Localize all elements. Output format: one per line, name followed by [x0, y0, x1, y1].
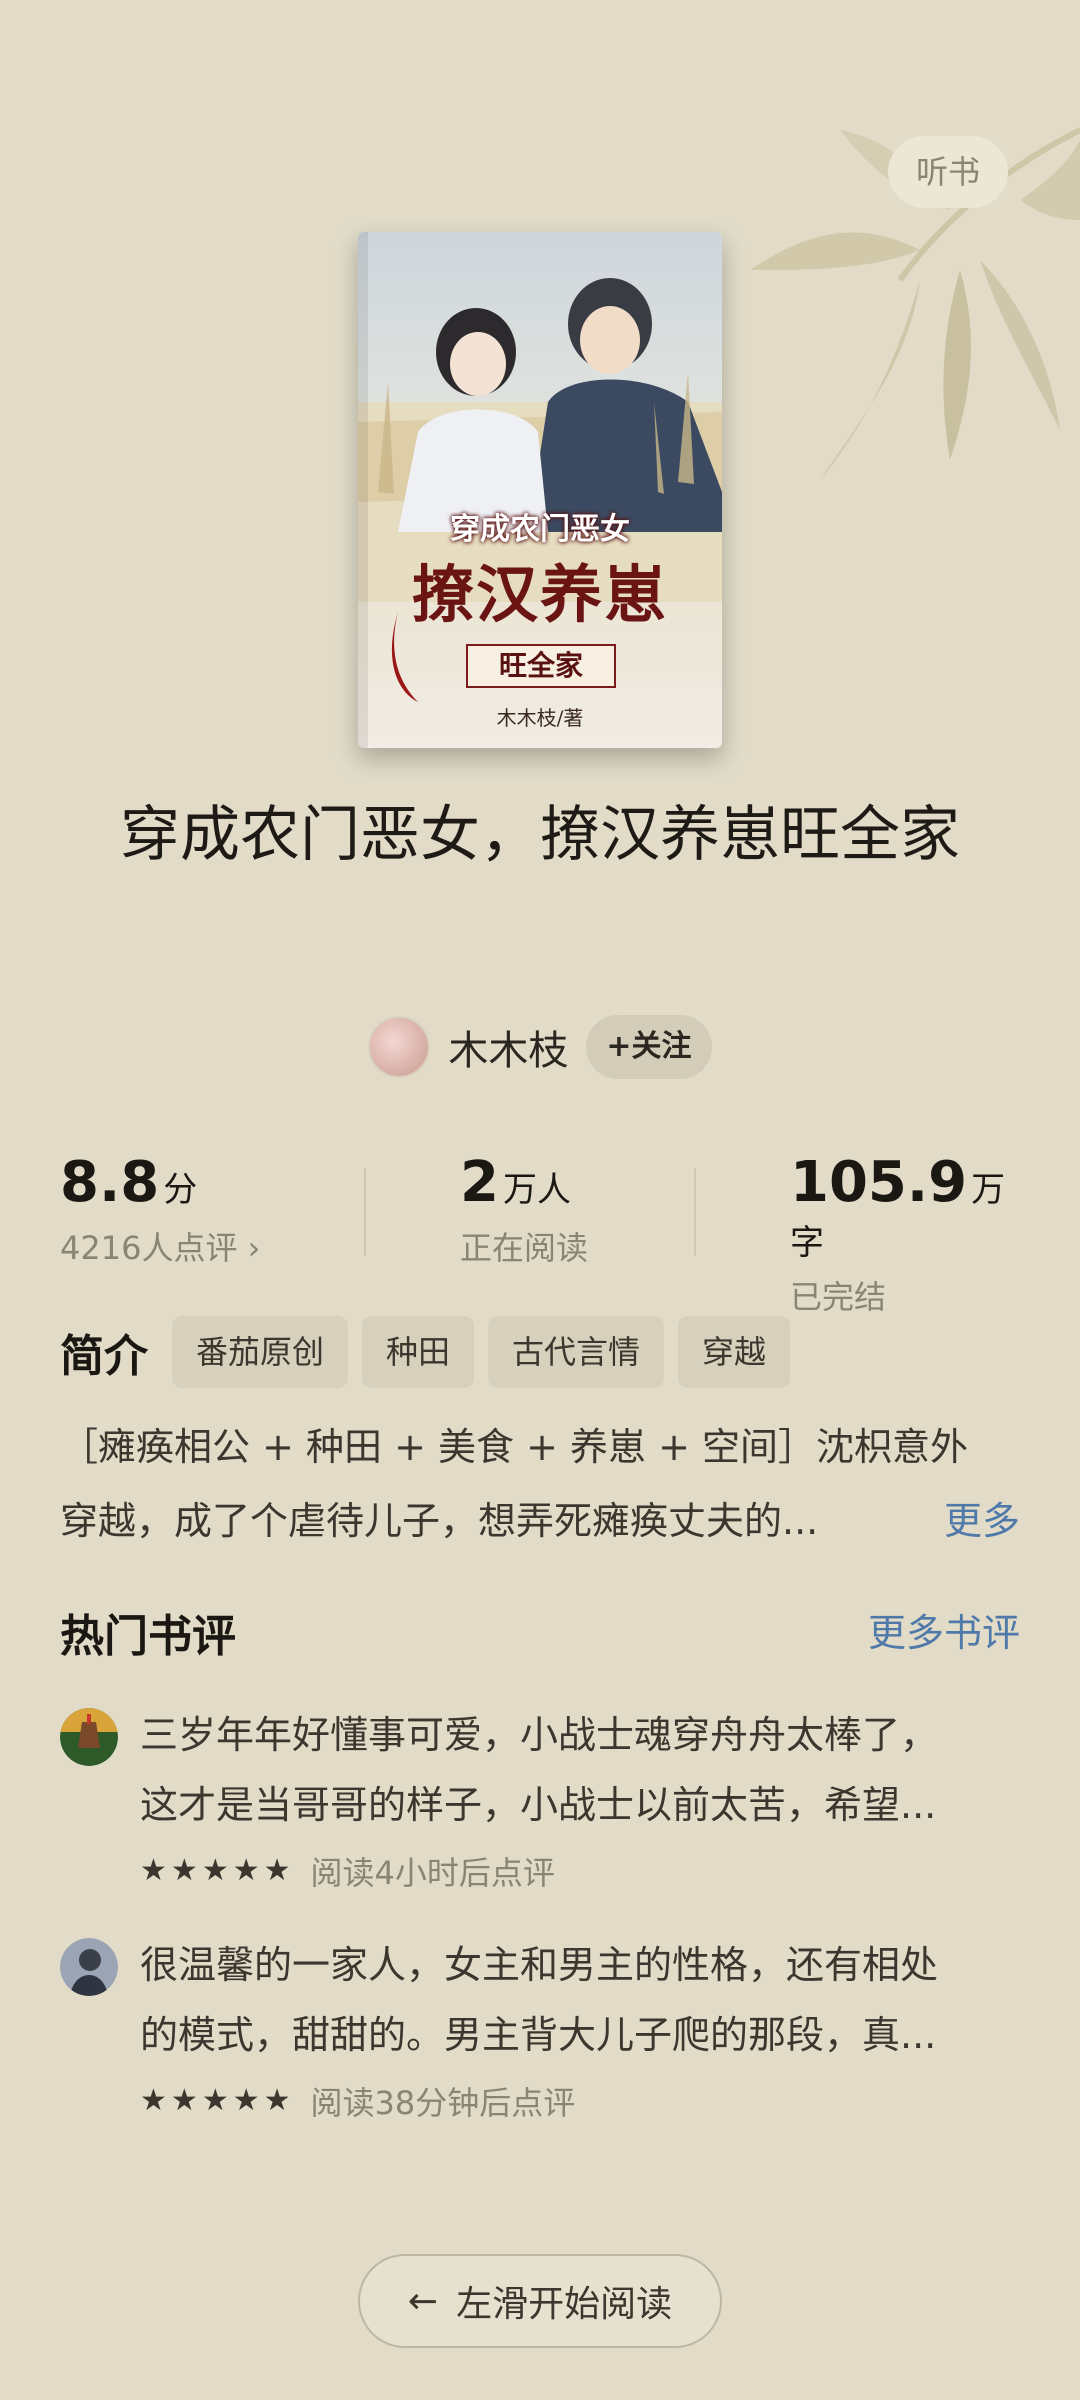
start-reading-label: 左滑开始阅读	[456, 2284, 673, 2325]
cover-title-main: 撩汉养崽	[411, 558, 668, 631]
review-line: 的模式，甜甜的。男主背大儿子爬的那段，真...	[140, 2013, 937, 2057]
review-line: 很温馨的一家人，女主和男主的性格，还有相处	[140, 1943, 939, 1987]
review-line: 这才是当哥哥的样子，小战士以前太苦，希望...	[140, 1783, 937, 1827]
star-icon: ★	[140, 2083, 167, 2118]
follow-button[interactable]: +关注	[586, 1015, 712, 1079]
cover-spine	[358, 232, 368, 748]
arrow-left-icon: ←	[407, 2280, 439, 2322]
star-icon: ★	[140, 1853, 167, 1888]
readers-value: 2	[460, 1150, 499, 1215]
cover-title-sub: 旺全家	[466, 644, 616, 688]
intro-row: 简介 番茄原创 种田 古代言情 穿越	[60, 1316, 791, 1388]
rating-stat[interactable]: 8.8 分 4216人点评 ›	[60, 1150, 260, 1269]
book-title: 穿成农门恶女，撩汉养崽旺全家	[120, 800, 960, 870]
rating-count[interactable]: 4216人点评 ›	[60, 1223, 260, 1269]
review-text: 三岁年年好懂事可爱，小战士魂穿舟舟太棒了， 这才是当哥哥的样子，小战士以前太苦，…	[140, 1700, 1020, 1840]
star-icon: ★	[263, 2083, 291, 2118]
book-cover[interactable]: 穿成农门恶女 撩汉养崽 旺全家 木木枝/著	[358, 232, 722, 748]
author-name[interactable]: 木木枝	[448, 1018, 568, 1076]
stat-divider	[364, 1168, 366, 1256]
star-rating: ★ ★ ★ ★ ★	[140, 2081, 291, 2121]
review-meta: ★ ★ ★ ★ ★ 阅读38分钟后点评	[140, 2078, 575, 2124]
star-icon: ★	[263, 1853, 291, 1888]
words-value: 105.9	[790, 1150, 968, 1215]
start-reading-button[interactable]: ← 左滑开始阅读	[358, 2254, 722, 2348]
words-stat: 105.9 万字 已完结	[790, 1150, 1020, 1318]
tag-chip[interactable]: 番茄原创	[172, 1316, 349, 1388]
reviewer-avatar[interactable]	[60, 1708, 118, 1766]
star-icon: ★	[170, 2083, 198, 2118]
reviewer-avatar[interactable]	[60, 1938, 118, 1996]
rating-unit: 分	[163, 1170, 198, 1210]
stats-row: 8.8 分 4216人点评 › 2 万人 正在阅读 105.9 万字 已完结	[60, 1150, 1020, 1316]
reviews-title: 热门书评	[60, 1611, 236, 1662]
review-line: 三岁年年好懂事可爱，小战士魂穿舟舟太棒了，	[140, 1713, 939, 1757]
stat-divider	[694, 1168, 696, 1256]
star-icon: ★	[201, 2083, 229, 2118]
star-rating: ★ ★ ★ ★ ★	[140, 1851, 291, 1891]
review-meta: ★ ★ ★ ★ ★ 阅读4小时后点评	[140, 1848, 555, 1894]
review-item[interactable]: 很温馨的一家人，女主和男主的性格，还有相处 的模式，甜甜的。男主背大儿子爬的那段…	[60, 1930, 1020, 2130]
tag-chip[interactable]: 古代言情	[488, 1316, 665, 1388]
more-reviews-link[interactable]: 更多书评	[868, 1602, 1020, 1657]
readers-unit: 万人	[502, 1170, 571, 1210]
star-icon: ★	[170, 1853, 198, 1888]
book-detail-page: 听书 穿成农门恶女 撩汉养崽 旺全家 木木枝/著 穿成农门恶女，撩汉养崽旺全家	[0, 0, 1080, 2400]
review-text: 很温馨的一家人，女主和男主的性格，还有相处 的模式，甜甜的。男主背大儿子爬的那段…	[140, 1930, 1020, 2070]
intro-more-link[interactable]: 更多	[944, 1484, 1020, 1558]
cover-author: 木木枝/著	[496, 706, 584, 730]
cover-title-top: 穿成农门恶女	[450, 512, 630, 547]
listen-book-button[interactable]: 听书	[888, 136, 1008, 208]
intro-line: 穿越，成了个虐待儿子，想弄死瘫痪丈夫的...	[60, 1499, 819, 1543]
readers-stat: 2 万人 正在阅读	[460, 1150, 588, 1269]
readers-label: 正在阅读	[460, 1229, 589, 1267]
intro-label: 简介	[60, 1331, 148, 1382]
star-icon: ★	[201, 1853, 229, 1888]
tag-chip[interactable]: 穿越	[678, 1316, 791, 1388]
review-note: 阅读38分钟后点评	[310, 2084, 576, 2122]
review-note: 阅读4小时后点评	[310, 1854, 555, 1892]
rating-value: 8.8	[60, 1150, 160, 1215]
completion-status: 已完结	[790, 1278, 887, 1316]
reviews-header: 热门书评 更多书评	[60, 1600, 1020, 1670]
tag-chip[interactable]: 种田	[362, 1316, 475, 1388]
author-avatar[interactable]	[368, 1016, 431, 1078]
intro-line: ［瘫痪相公 + 种田 + 美食 + 养崽 + 空间］沈枳意外	[60, 1425, 968, 1469]
intro-text[interactable]: ［瘫痪相公 + 种田 + 美食 + 养崽 + 空间］沈枳意外 穿越，成了个虐待儿…	[60, 1410, 1020, 1558]
author-row: 木木枝 +关注	[0, 1010, 1080, 1084]
star-icon: ★	[232, 1853, 260, 1888]
review-item[interactable]: 三岁年年好懂事可爱，小战士魂穿舟舟太棒了， 这才是当哥哥的样子，小战士以前太苦，…	[60, 1700, 1020, 1900]
star-icon: ★	[232, 2083, 260, 2118]
